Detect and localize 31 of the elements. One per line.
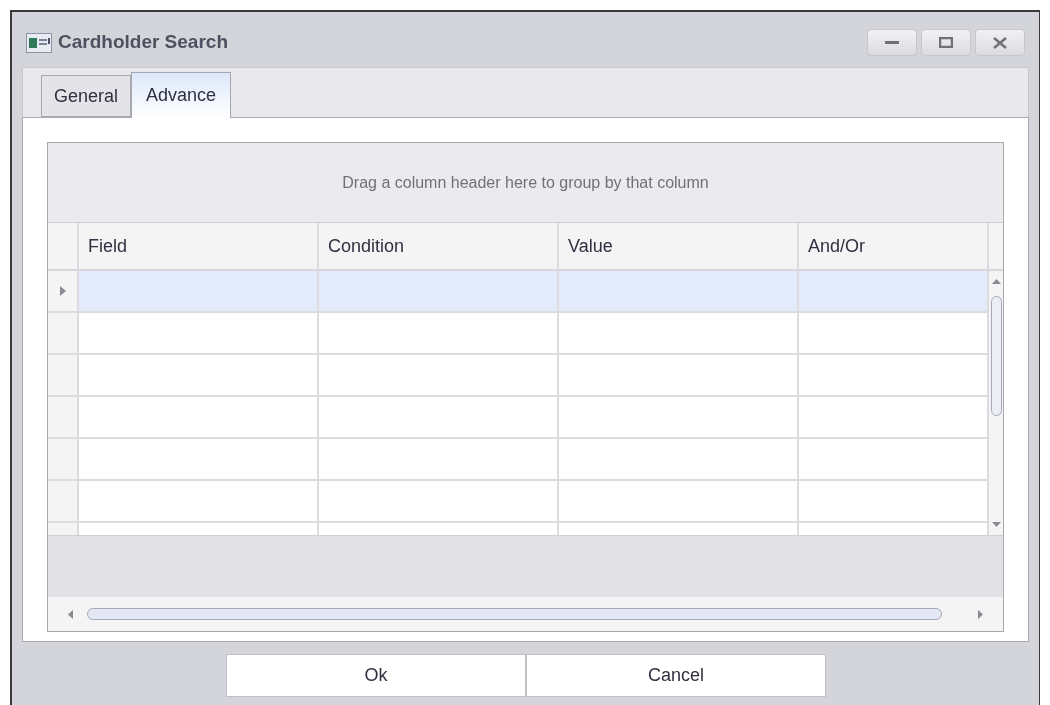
scroll-down-icon (991, 522, 1001, 527)
dialog-button[interactable]: Cancel (526, 654, 826, 697)
scroll-up-icon (991, 279, 1001, 284)
column-header[interactable]: And/Or (799, 223, 989, 269)
tab[interactable]: General (41, 75, 132, 117)
minimize-button[interactable] (867, 29, 917, 56)
window-title: Cardholder Search (58, 30, 228, 55)
grid-row[interactable] (48, 313, 989, 355)
grid-row[interactable] (48, 355, 989, 397)
scroll-thumb[interactable] (990, 296, 1002, 416)
grid-row[interactable] (48, 439, 989, 481)
maximize-icon (939, 37, 953, 48)
vertical-scrollbar[interactable] (989, 271, 1003, 535)
dialog-button[interactable]: Ok (226, 654, 526, 697)
row-indicator-icon (59, 286, 66, 296)
scroll-thumb[interactable] (87, 608, 942, 620)
grid-row[interactable] (48, 481, 989, 523)
column-header[interactable]: Value (559, 223, 799, 269)
minimize-icon (885, 41, 899, 44)
tab[interactable]: Advance (131, 72, 232, 118)
column-header[interactable]: Condition (319, 223, 559, 269)
close-icon (993, 36, 1007, 49)
maximize-button[interactable] (921, 29, 971, 56)
grid-row[interactable] (48, 397, 989, 439)
close-button[interactable] (975, 29, 1025, 56)
group-panel-hint: Drag a column header here to group by that column (342, 172, 709, 193)
grid-row[interactable] (48, 271, 989, 313)
window-card-icon (26, 32, 52, 53)
scroll-left-icon (68, 609, 73, 619)
column-header[interactable]: Field (79, 223, 319, 269)
scroll-right-icon (978, 609, 983, 619)
